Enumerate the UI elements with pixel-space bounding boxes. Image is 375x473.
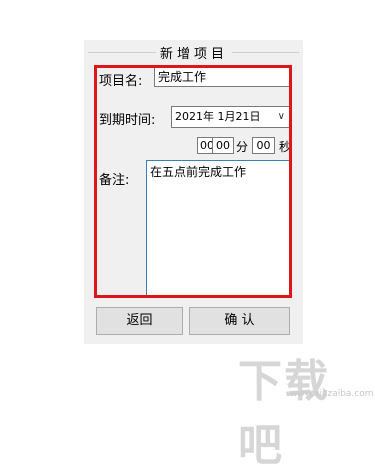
watermark-logo: 下载吧 xyxy=(238,356,330,471)
confirm-button[interactable]: 确 认 xyxy=(189,307,290,335)
group-title: 新增项目 xyxy=(156,43,233,62)
watermark-url: www.xiazaiba.com xyxy=(290,389,374,399)
highlight-box xyxy=(94,65,292,298)
back-button[interactable]: 返回 xyxy=(96,307,183,335)
